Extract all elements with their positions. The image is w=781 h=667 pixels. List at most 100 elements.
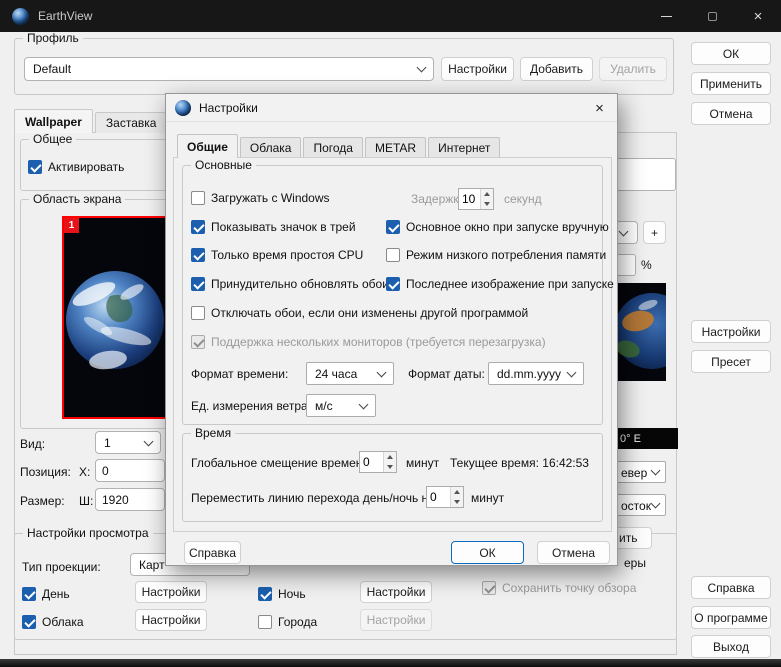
time-format-value: 24 часа bbox=[315, 366, 358, 381]
latitude-direction-value: евер bbox=[621, 466, 648, 480]
profile-delete-button[interactable]: Удалить bbox=[599, 57, 667, 81]
checkbox-icon bbox=[386, 220, 400, 234]
day-settings-button[interactable]: Настройки bbox=[135, 581, 207, 603]
checkbox-icon bbox=[22, 587, 36, 601]
dialog-time-group-label: Время bbox=[191, 426, 236, 440]
main-window-manual-label: Основное окно при запуске вручную bbox=[406, 220, 609, 234]
dialog-ok-button[interactable]: ОК bbox=[451, 541, 524, 564]
clouds-settings-button[interactable]: Настройки bbox=[135, 609, 207, 631]
time-offset-input[interactable] bbox=[360, 452, 383, 472]
spinner-down-icon[interactable] bbox=[451, 497, 463, 507]
spinner-buttons[interactable] bbox=[450, 487, 463, 507]
disable-wallpaper-checkbox[interactable]: Отключать обои, если они изменены другой… bbox=[191, 305, 528, 321]
delay-input[interactable] bbox=[459, 189, 480, 209]
exit-button[interactable]: Выход bbox=[691, 635, 771, 658]
wind-unit-value: м/с bbox=[315, 398, 333, 413]
time-offset-label: Глобальное смещение времени: bbox=[191, 456, 373, 470]
time-offset-unit: минут bbox=[406, 456, 440, 470]
minimize-button[interactable] bbox=[643, 0, 689, 32]
night-label: Ночь bbox=[278, 587, 306, 601]
dialog-tab-internet[interactable]: Интернет bbox=[428, 137, 501, 158]
multi-monitor-checkbox[interactable]: Поддержка нескольких мониторов (требуетс… bbox=[191, 334, 546, 350]
day-checkbox[interactable]: День bbox=[22, 586, 70, 602]
position-x-input[interactable] bbox=[95, 459, 165, 482]
cpu-idle-checkbox[interactable]: Только время простоя CPU bbox=[191, 247, 363, 263]
thumbnail-earth-preview[interactable] bbox=[612, 283, 666, 381]
ok-button[interactable]: ОК bbox=[691, 42, 771, 65]
dialog-tab-weather[interactable]: Погода bbox=[303, 137, 363, 158]
earth-preview[interactable]: 1 bbox=[62, 216, 168, 419]
activate-label: Активировать bbox=[48, 160, 125, 174]
chevron-down-icon bbox=[416, 62, 427, 73]
wind-unit-select[interactable]: м/с bbox=[306, 394, 376, 417]
maximize-button[interactable] bbox=[689, 0, 735, 32]
partial-label: еры bbox=[624, 556, 646, 570]
close-icon: × bbox=[753, 7, 763, 25]
save-viewpoint-checkbox[interactable]: Сохранить точку обзора bbox=[482, 580, 636, 596]
main-window-manual-checkbox[interactable]: Основное окно при запуске вручную bbox=[386, 219, 609, 235]
view-select[interactable]: 1 bbox=[95, 431, 161, 454]
load-with-windows-label: Загружать с Windows bbox=[211, 191, 330, 205]
terminator-offset-spinner[interactable] bbox=[426, 486, 464, 508]
load-with-windows-checkbox[interactable]: Загружать с Windows bbox=[191, 190, 330, 206]
last-image-label: Последнее изображение при запуске bbox=[406, 277, 614, 291]
apply-button[interactable]: Применить bbox=[691, 72, 771, 95]
tab-screensaver[interactable]: Заставка bbox=[94, 112, 168, 133]
size-w-input[interactable] bbox=[95, 488, 165, 511]
maximize-icon bbox=[707, 11, 717, 21]
view-settings-button[interactable]: Настройки bbox=[691, 320, 771, 343]
spinner-buttons[interactable] bbox=[480, 189, 493, 209]
minimize-icon bbox=[660, 15, 672, 17]
chevron-down-icon bbox=[143, 436, 154, 446]
tray-icon-label: Показывать значок в трей bbox=[211, 220, 356, 234]
profile-select[interactable]: Default bbox=[24, 57, 434, 81]
spinner-up-icon[interactable] bbox=[481, 189, 493, 199]
add-view-button[interactable]: + bbox=[643, 221, 666, 244]
last-image-checkbox[interactable]: Последнее изображение при запуске bbox=[386, 276, 614, 292]
terminator-offset-input[interactable] bbox=[427, 487, 450, 507]
checkbox-icon bbox=[22, 615, 36, 629]
tray-icon-checkbox[interactable]: Показывать значок в трей bbox=[191, 219, 356, 235]
terminator-offset-label: Переместить линию перехода день/ночь на: bbox=[191, 491, 439, 505]
help-button[interactable]: Справка bbox=[691, 576, 771, 599]
spinner-buttons[interactable] bbox=[383, 452, 396, 472]
night-checkbox[interactable]: Ночь bbox=[258, 586, 306, 602]
tab-wallpaper[interactable]: Wallpaper bbox=[14, 109, 93, 133]
close-button[interactable]: × bbox=[735, 0, 781, 32]
about-button[interactable]: О программе bbox=[691, 606, 771, 629]
delay-spinner[interactable] bbox=[458, 188, 494, 210]
time-offset-spinner[interactable] bbox=[359, 451, 397, 473]
time-format-select[interactable]: 24 часа bbox=[306, 362, 394, 385]
dialog-tabstrip: Общие Облака Погода METAR Интернет bbox=[177, 134, 502, 158]
dialog-help-button[interactable]: Справка bbox=[184, 541, 241, 564]
activate-checkbox[interactable]: Активировать bbox=[28, 159, 124, 175]
longitude-direction-value: осток bbox=[621, 499, 651, 513]
dialog-tab-general[interactable]: Общие bbox=[177, 134, 238, 158]
cities-checkbox[interactable]: Города bbox=[258, 614, 317, 630]
dialog-cancel-button[interactable]: Отмена bbox=[537, 541, 610, 564]
force-refresh-checkbox[interactable]: Принудительно обновлять обои bbox=[191, 276, 389, 292]
night-settings-button[interactable]: Настройки bbox=[360, 581, 432, 603]
profile-add-button[interactable]: Добавить bbox=[520, 57, 593, 81]
view-settings-group-label: Настройки просмотра bbox=[23, 526, 153, 540]
clouds-checkbox[interactable]: Облака bbox=[22, 614, 84, 630]
profile-settings-button[interactable]: Настройки bbox=[441, 57, 514, 81]
screen-area-group-label: Область экрана bbox=[29, 192, 126, 206]
spinner-up-icon[interactable] bbox=[451, 487, 463, 497]
date-format-select[interactable]: dd.mm.yyyy bbox=[488, 362, 584, 385]
spinner-up-icon[interactable] bbox=[384, 452, 396, 462]
title-bar: EarthView × bbox=[0, 0, 781, 32]
dialog-close-button[interactable]: × bbox=[590, 99, 609, 118]
preset-button[interactable]: Пресет bbox=[691, 350, 771, 373]
low-memory-checkbox[interactable]: Режим низкого потребления памяти bbox=[386, 247, 606, 263]
dialog-title-bar[interactable]: Настройки × bbox=[166, 94, 617, 122]
multi-monitor-label: Поддержка нескольких мониторов (требуетс… bbox=[211, 335, 546, 349]
spinner-down-icon[interactable] bbox=[384, 462, 396, 472]
partial-input[interactable] bbox=[612, 158, 676, 191]
chevron-down-icon bbox=[650, 498, 661, 509]
cancel-button[interactable]: Отмена bbox=[691, 102, 771, 125]
dialog-tab-clouds[interactable]: Облака bbox=[239, 137, 302, 158]
cities-settings-button[interactable]: Настройки bbox=[360, 609, 432, 631]
dialog-tab-metar[interactable]: METAR bbox=[364, 137, 427, 158]
spinner-down-icon[interactable] bbox=[481, 199, 493, 209]
